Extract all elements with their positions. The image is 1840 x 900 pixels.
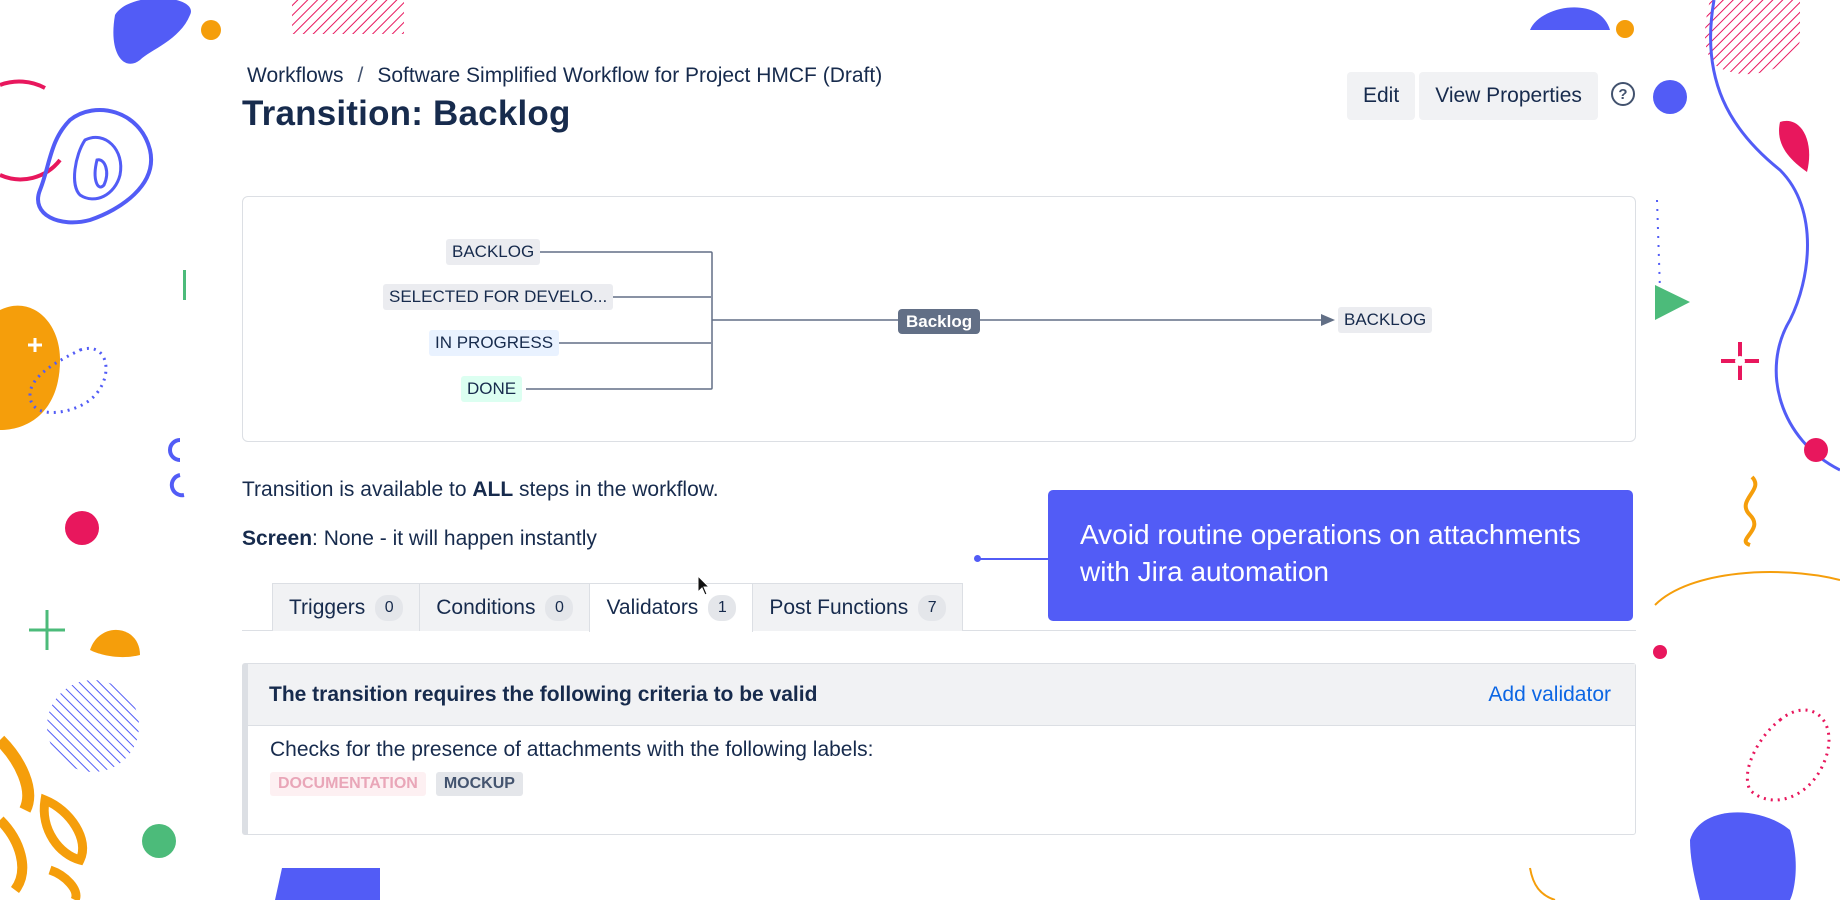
availability-text: Transition is available to ALL steps in …: [242, 478, 719, 502]
screen-value: : None - it will happen instantly: [312, 527, 597, 550]
tab-count-badge: 0: [375, 594, 404, 621]
page-title: Transition: Backlog: [242, 94, 571, 133]
tab-count-badge: 7: [918, 594, 947, 621]
availability-prefix: Transition is available to: [242, 478, 473, 501]
transition-badge[interactable]: Backlog: [898, 309, 981, 334]
header-actions: Edit View Properties: [1347, 72, 1598, 120]
breadcrumb-workflows-link[interactable]: Workflows: [247, 64, 343, 88]
help-icon[interactable]: ?: [1611, 82, 1635, 106]
breadcrumb: Workflows / Software Simplified Workflow…: [247, 64, 882, 88]
availability-suffix: steps in the workflow.: [513, 478, 719, 501]
tab-count-badge: 1: [708, 595, 737, 621]
validator-description: Checks for the presence of attachments w…: [270, 738, 874, 761]
from-status-backlog[interactable]: BACKLOG: [446, 239, 541, 265]
transition-diagram: BACKLOG SELECTED FOR DEVELO... IN PROGRE…: [242, 196, 1636, 442]
view-properties-button[interactable]: View Properties: [1419, 72, 1598, 120]
promo-callout: Avoid routine operations on attachments …: [1048, 490, 1633, 621]
tab-count-badge: 0: [545, 594, 574, 621]
from-status-selected-for-development[interactable]: SELECTED FOR DEVELO...: [383, 284, 614, 310]
validator-panel: The transition requires the following cr…: [242, 663, 1636, 835]
attachment-labels: DOCUMENTATION MOCKUP: [270, 772, 1613, 796]
screen-text: Screen: None - it will happen instantly: [242, 527, 597, 551]
label-mockup: MOCKUP: [435, 772, 523, 796]
tab-triggers[interactable]: Triggers 0: [272, 583, 421, 631]
workflow-transition-page: Workflows / Software Simplified Workflow…: [0, 0, 1840, 900]
tab-label: Triggers: [289, 595, 366, 619]
tab-conditions[interactable]: Conditions 0: [419, 583, 591, 631]
from-status-done[interactable]: DONE: [461, 376, 523, 402]
tab-label: Conditions: [436, 595, 536, 619]
from-status-in-progress[interactable]: IN PROGRESS: [429, 330, 560, 356]
validator-panel-header: The transition requires the following cr…: [248, 664, 1635, 726]
validator-panel-title: The transition requires the following cr…: [269, 682, 818, 706]
mouse-cursor-icon: [697, 575, 711, 596]
tab-validators[interactable]: Validators 1: [589, 583, 754, 632]
breadcrumb-workflow-link[interactable]: Software Simplified Workflow for Project…: [377, 64, 882, 88]
edit-button[interactable]: Edit: [1347, 72, 1416, 120]
tab-label: Post Functions: [769, 595, 909, 619]
tab-label: Validators: [606, 596, 699, 619]
to-status-backlog[interactable]: BACKLOG: [1338, 307, 1433, 333]
availability-all: ALL: [472, 478, 514, 501]
transition-tabs: Triggers 0 Conditions 0 Validators 1 Pos…: [272, 583, 964, 632]
callout-pointer-line: [976, 558, 1048, 560]
breadcrumb-separator: /: [357, 64, 364, 87]
add-validator-link[interactable]: Add validator: [1488, 683, 1611, 707]
screen-label: Screen: [242, 527, 313, 550]
validator-panel-body: Checks for the presence of attachments w…: [248, 726, 1635, 808]
label-documentation: DOCUMENTATION: [270, 772, 426, 796]
tab-post-functions[interactable]: Post Functions 7: [752, 583, 964, 631]
